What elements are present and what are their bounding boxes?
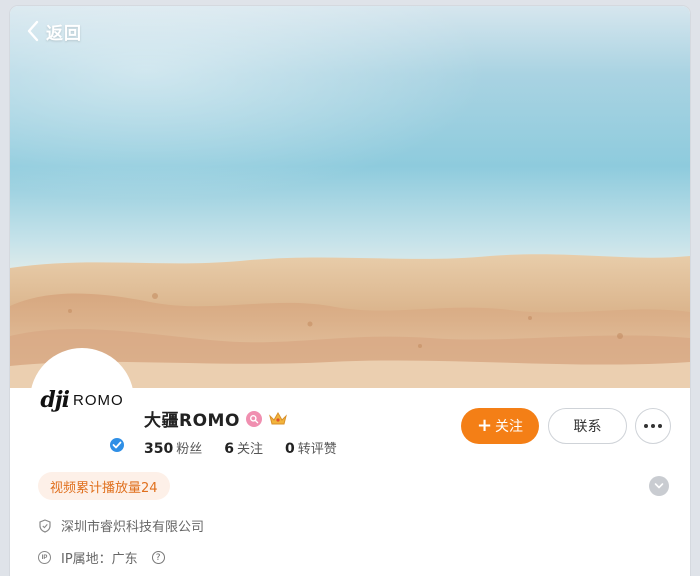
profile-stats: 350 粉丝 6 关注 0 转评赞 (144, 438, 337, 457)
search-badge-icon[interactable] (245, 410, 262, 427)
contact-label: 联系 (573, 419, 602, 435)
company-name: 深圳市睿炽科技有限公司 (61, 520, 205, 535)
ip-location: IP属地：广东 (61, 552, 138, 567)
ip-row: IP IP属地：广东 ? (38, 548, 165, 567)
chevron-down-icon (654, 483, 664, 489)
follow-button[interactable]: + 关注 (461, 408, 539, 444)
back-button[interactable]: 返回 (26, 18, 82, 44)
cover-photo: 返回 (10, 6, 690, 388)
shield-icon (38, 518, 51, 533)
company-row: 深圳市睿炽科技有限公司 (38, 516, 204, 535)
more-dots-icon (658, 424, 662, 428)
avatar-product: ROMO (73, 391, 124, 409)
stat-label: 关注 (237, 442, 264, 457)
chevron-left-icon (27, 20, 39, 42)
expand-button[interactable] (649, 476, 669, 496)
name-row: 大疆ROMO (144, 406, 288, 431)
more-button[interactable] (635, 408, 671, 444)
stat-value: 0 (285, 441, 295, 457)
stat-value: 350 (144, 441, 174, 457)
back-label: 返回 (46, 23, 82, 44)
stat-following[interactable]: 6 关注 (224, 438, 263, 457)
profile-page: 返回 dji ROMO 大疆ROMO 350 粉丝 6 关注 0 转评赞 + 关… (10, 6, 690, 576)
ip-icon: IP (38, 551, 51, 564)
stat-label: 转评赞 (297, 442, 337, 457)
plus-icon: + (476, 415, 493, 436)
more-dots-icon (651, 424, 655, 428)
stat-interactions[interactable]: 0 转评赞 (285, 438, 337, 457)
stat-value: 6 (224, 441, 234, 457)
stat-followers[interactable]: 350 粉丝 (144, 438, 202, 457)
crown-icon[interactable] (268, 411, 288, 427)
stat-label: 粉丝 (176, 442, 203, 457)
question-icon[interactable]: ? (151, 551, 165, 564)
verified-icon (108, 436, 126, 454)
profile-name: 大疆ROMO (144, 411, 240, 431)
follow-label: 关注 (495, 419, 524, 435)
avatar-brand: dji (40, 387, 70, 413)
contact-button[interactable]: 联系 (548, 408, 627, 444)
play-count-badge: 视频累计播放量24 (38, 472, 170, 500)
profile-panel: dji ROMO 大疆ROMO 350 粉丝 6 关注 0 转评赞 + 关注 联… (10, 348, 690, 576)
more-dots-icon (644, 424, 648, 428)
